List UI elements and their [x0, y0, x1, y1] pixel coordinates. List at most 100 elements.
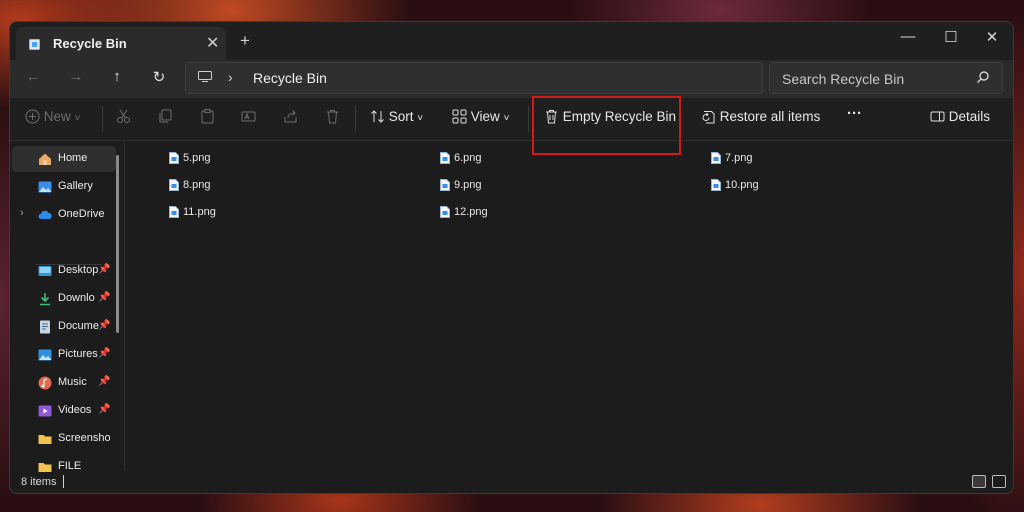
sidebar-scrollbar[interactable]: [116, 155, 119, 333]
file-name: 8.png: [183, 179, 211, 191]
pin-icon[interactable]: 📌: [98, 292, 110, 303]
png-file-icon: [169, 206, 179, 218]
delete-icon[interactable]: [325, 109, 340, 124]
sidebar-item-onedrive[interactable]: › OneDrive: [12, 202, 116, 228]
sidebar-item-home[interactable]: Home: [12, 146, 116, 172]
file-name: 11.png: [183, 206, 216, 218]
png-file-icon: [440, 152, 450, 164]
search-input[interactable]: Search Recycle Bin: [782, 71, 904, 87]
maximize-button[interactable]: ☐: [941, 28, 961, 46]
tab-close-icon[interactable]: ✕: [206, 33, 219, 53]
sidebar-item-label: Docume: [58, 320, 99, 332]
sidebar-item-desktop[interactable]: Desktop 📌: [12, 258, 116, 284]
navigation-pane: Home Gallery › OneDrive Desktop 📌 Downlo…: [10, 141, 124, 472]
copy-icon[interactable]: [158, 109, 173, 124]
chevron-down-icon: ˅: [503, 113, 510, 124]
sidebar-item-label: Pictures: [58, 348, 98, 360]
file-name: 7.png: [725, 152, 753, 164]
rename-icon[interactable]: [241, 109, 256, 124]
details-button[interactable]: Details: [930, 109, 990, 124]
pin-icon[interactable]: 📌: [98, 404, 110, 415]
sidebar-item-label: Music: [58, 376, 87, 388]
restore-all-items-label: Restore all items: [719, 109, 821, 124]
sort-label: Sort: [388, 109, 414, 124]
breadcrumb-recycle-bin[interactable]: Recycle Bin: [253, 70, 327, 86]
sidebar-item-label: Desktop: [58, 264, 99, 276]
up-button[interactable]: ↑: [107, 68, 127, 85]
paste-icon[interactable]: [200, 109, 215, 124]
view-label: View: [470, 109, 500, 124]
sort-icon: [371, 110, 384, 123]
sidebar-item-videos[interactable]: Videos 📌: [12, 398, 116, 424]
restore-icon: [702, 111, 715, 124]
png-file-icon: [169, 152, 179, 164]
pane-divider[interactable]: [124, 141, 125, 471]
documents-icon: [40, 320, 50, 334]
search-icon: [977, 71, 989, 83]
cut-icon[interactable]: [116, 109, 131, 124]
minimize-button[interactable]: —: [898, 28, 918, 45]
large-icons-view-icon[interactable]: [992, 475, 1006, 488]
sidebar-item-music[interactable]: Music 📌: [12, 370, 116, 396]
view-grid-icon: [452, 109, 467, 124]
sidebar-item-screenshot[interactable]: Screenshot: [12, 426, 116, 452]
status-bar: 8 items: [10, 472, 1013, 493]
title-bar: Recycle Bin ✕ + — ☐ ✕: [10, 22, 1013, 60]
new-tab-button[interactable]: +: [240, 31, 250, 51]
details-label: Details: [948, 109, 991, 124]
item-count: 8 items: [21, 476, 57, 488]
sidebar-item-downloads[interactable]: Downlo 📌: [12, 286, 116, 312]
tab-title: Recycle Bin: [53, 36, 127, 51]
sidebar-item-label: Home: [58, 152, 88, 164]
chevron-down-icon: ˅: [74, 113, 81, 124]
close-window-button[interactable]: ✕: [982, 28, 1002, 46]
pin-icon[interactable]: 📌: [98, 376, 110, 387]
music-icon: [38, 376, 52, 390]
png-file-icon: [440, 206, 450, 218]
sidebar-item-pictures[interactable]: Pictures 📌: [12, 342, 116, 368]
details-view-icon[interactable]: [972, 475, 986, 488]
back-button[interactable]: ←: [23, 68, 43, 85]
navigation-bar: ← → ↑ ↻ › Recycle Bin Search Recycle Bin: [10, 60, 1013, 98]
png-file-icon: [711, 179, 721, 191]
toolbar-divider: [355, 106, 356, 132]
file-name: 6.png: [454, 152, 482, 164]
folder-icon: [38, 435, 52, 444]
chevron-down-icon: ˅: [417, 113, 424, 124]
view-button[interactable]: View ˅: [452, 109, 509, 124]
toolbar-divider: [102, 106, 103, 132]
share-icon[interactable]: [283, 109, 298, 124]
videos-icon: [38, 405, 52, 417]
plus-circle-icon: [25, 109, 40, 124]
sidebar-item-documents[interactable]: Docume 📌: [12, 314, 116, 340]
png-file-icon: [711, 152, 721, 164]
details-pane-icon: [930, 111, 945, 122]
command-bar: New ˅ Sort ˅ View ˅ Empty Recycle Bin Re…: [10, 98, 1013, 141]
address-bar[interactable]: › Recycle Bin: [185, 62, 763, 94]
desktop-icon: [38, 266, 52, 276]
file-name: 9.png: [454, 179, 482, 191]
sidebar-item-label: Videos: [58, 404, 92, 416]
expand-chevron-icon[interactable]: ›: [20, 207, 24, 219]
sidebar-item-label: OneDrive: [58, 208, 105, 220]
sidebar-item-label: Screenshot: [58, 432, 110, 444]
new-button[interactable]: New ˅: [25, 109, 80, 124]
pin-icon[interactable]: 📌: [98, 320, 110, 331]
pin-icon[interactable]: 📌: [98, 264, 110, 275]
refresh-button[interactable]: ↻: [149, 68, 169, 86]
monitor-icon: [198, 71, 212, 82]
file-explorer-window: Recycle Bin ✕ + — ☐ ✕ ← → ↑ ↻ › Recycle …: [9, 21, 1014, 494]
forward-button[interactable]: →: [66, 68, 86, 85]
tab-recycle-bin[interactable]: Recycle Bin ✕: [16, 27, 226, 60]
new-label: New: [43, 109, 71, 124]
sidebar-item-gallery[interactable]: Gallery: [12, 174, 116, 200]
breadcrumb-chevron-icon[interactable]: ›: [228, 69, 233, 85]
more-options-button[interactable]: ···: [847, 105, 862, 122]
recycle-bin-icon: [29, 39, 40, 50]
png-file-icon: [440, 179, 450, 191]
search-box[interactable]: Search Recycle Bin: [769, 62, 1003, 94]
sort-button[interactable]: Sort ˅: [370, 109, 423, 124]
restore-all-items-button[interactable]: Restore all items: [701, 109, 820, 124]
home-icon: [39, 153, 51, 165]
pin-icon[interactable]: 📌: [98, 348, 110, 359]
